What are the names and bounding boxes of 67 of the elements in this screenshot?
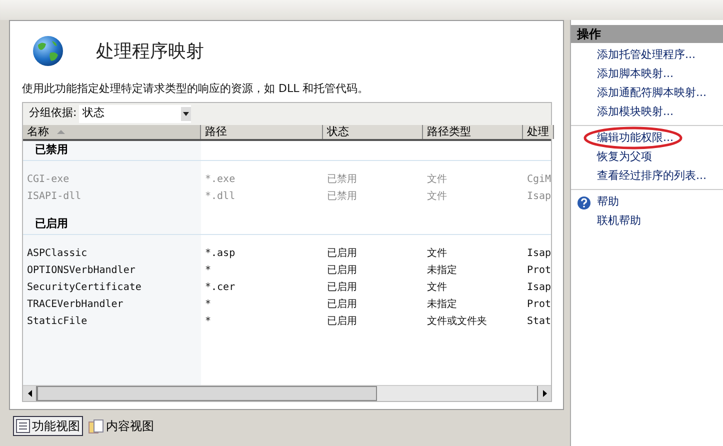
table-row[interactable]: TRACEVerbHandler * 已启用 未指定 Prot (23, 296, 551, 312)
view-tab[interactable]: 内容视图 (85, 416, 157, 436)
table-cell-text: SecurityCertificate (26, 280, 142, 294)
table-cell-text: Isap (526, 246, 552, 260)
table-cell-text: *.cer (204, 280, 236, 294)
documents-icon (88, 418, 104, 434)
actions-title: 操作 (577, 26, 601, 43)
table-row[interactable]: ASPClassic *.asp 已启用 文件 Isap (23, 244, 551, 262)
table-cell-text: 已启用 (326, 298, 358, 312)
action-link[interactable]: 恢复为父项 (597, 149, 652, 166)
scroll-left-icon[interactable] (28, 390, 32, 396)
table-cell-text: CgiM (526, 172, 552, 186)
table-cell-text: Isap (526, 190, 552, 204)
table-cell-text: ASPClassic (26, 246, 88, 260)
feature-description: 使用此功能指定处理特定请求类型的响应的资源，如 DLL 和托管代码。 (22, 81, 370, 97)
table-row[interactable]: StaticFile * 已启用 文件或文件夹 Stat (23, 312, 551, 330)
table-cell-text: * (204, 314, 212, 328)
table-cell-text: Prot (526, 298, 552, 312)
table-cell-text: CGI-exe (26, 172, 70, 186)
sort-arrow-icon (57, 130, 65, 134)
action-link[interactable]: 联机帮助 (597, 213, 641, 230)
table-cell-text: 已禁用 (326, 190, 358, 204)
table-cell-text: 未指定 (426, 298, 458, 312)
action-link[interactable]: 查看经过排序的列表... (597, 168, 706, 185)
column-header[interactable]: 名称 (23, 124, 201, 138)
table-cell-text: *.exe (204, 172, 236, 186)
action-link[interactable]: 帮助 (597, 194, 619, 211)
table-cell-text: 文件或文件夹 (426, 314, 488, 328)
table-cell-text: 已启用 (326, 246, 358, 260)
group-by-dropdown[interactable]: 状态 (78, 104, 191, 122)
action-link[interactable]: 添加托管处理程序... (597, 47, 696, 64)
group-by-label: 分组依据: (29, 105, 77, 122)
table-cell-text: 文件 (426, 190, 448, 204)
table-cell-text: 未指定 (426, 264, 458, 278)
table-cell-text: * (204, 298, 212, 312)
table-row[interactable]: SecurityCertificate *.cer 已启用 文件 Isap (23, 278, 551, 296)
feature-title: 处理程序映射 (96, 40, 204, 64)
table-cell-text: 文件 (426, 246, 448, 260)
table-cell-text: Prot (526, 264, 552, 278)
table-cell-text: 已启用 (326, 314, 358, 328)
table-row[interactable]: OPTIONSVerbHandler * 已启用 未指定 Prot (23, 262, 551, 278)
dropdown-caret-icon (180, 106, 191, 120)
group-heading: 已启用 (35, 216, 68, 232)
table-cell-text: StaticFile (26, 314, 88, 328)
table-cell-text: *.dll (204, 190, 236, 204)
table-cell-text: TRACEVerbHandler (26, 298, 124, 312)
table-cell-text: 文件 (426, 280, 448, 294)
view-tab[interactable]: 功能视图 (13, 416, 83, 436)
table-cell-text: OPTIONSVerbHandler (26, 264, 136, 278)
table-cell-text: 文件 (426, 172, 448, 186)
help-icon (577, 196, 591, 210)
table-cell-text: *.asp (204, 246, 236, 260)
horizontal-scrollbar[interactable] (23, 384, 551, 400)
table-cell-text: 已禁用 (326, 172, 358, 186)
table-cell-text: Isap (526, 280, 552, 294)
scroll-right-icon[interactable] (542, 390, 546, 396)
action-link[interactable]: 添加通配符脚本映射... (597, 85, 706, 102)
group-heading: 已禁用 (35, 142, 68, 158)
action-link[interactable]: 添加脚本映射... (597, 66, 674, 83)
globe-icon (32, 35, 64, 67)
table-cell-text: ISAPI-dll (26, 190, 82, 204)
action-link[interactable]: 添加模块映射... (597, 104, 674, 121)
table-cell-text: 已启用 (326, 264, 358, 278)
table-cell-text: Stat (526, 314, 552, 328)
table-cell-text: 已启用 (326, 280, 358, 294)
table-cell-text: * (204, 264, 212, 278)
list-view-icon (16, 419, 30, 433)
